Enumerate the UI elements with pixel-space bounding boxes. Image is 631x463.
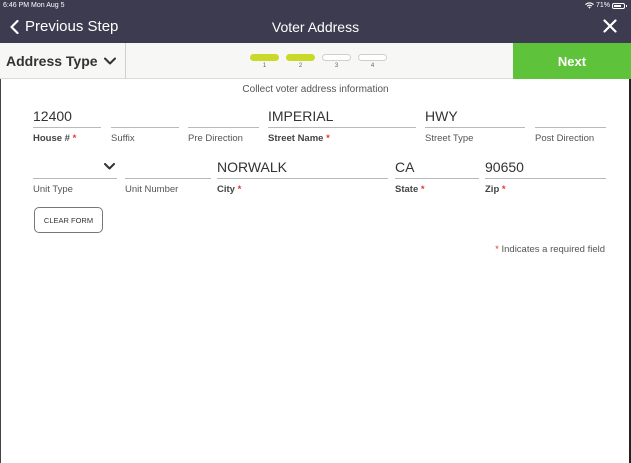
battery-percent: 71% [595,2,610,9]
step-2-bar [286,54,315,61]
step-3: 3 [322,54,351,69]
address-type-label: Address Type [6,53,98,69]
state-label: State * [395,184,479,195]
street-name-label: Street Name * [268,133,416,144]
page-title: Voter Address [271,19,360,35]
left-edge [0,79,1,463]
step-toolbar: Address Type 1 2 3 4 Next [0,43,631,79]
street-name-input[interactable]: IMPERIAL [268,108,416,128]
unit-number-field[interactable]: Unit Number [125,159,211,195]
wifi-icon [585,2,594,9]
state-input[interactable]: CA [395,159,479,179]
street-type-input[interactable]: HWY [425,108,525,128]
nav-bar: Previous Step Voter Address [0,13,631,43]
zip-field[interactable]: 90650 Zip * [485,159,606,195]
clear-form-button[interactable]: CLEAR FORM [34,207,103,233]
pre-direction-input[interactable] [188,108,259,128]
step-progress: 1 2 3 4 [250,54,387,69]
house-number-label-text: House # [33,133,70,144]
house-number-input[interactable]: 12400 [33,108,101,128]
required-note-text: Indicates a required field [501,244,605,255]
status-bar: 6:46 PM Mon Aug 5 71% [0,0,631,13]
step-3-bar [322,54,351,61]
city-field[interactable]: NORWALK City * [217,159,388,195]
form-subtitle: Collect voter address information [242,84,389,95]
step-1-bar [250,54,279,61]
step-3-number: 3 [334,63,339,69]
required-star: * [420,184,425,195]
street-name-label-text: Street Name [268,133,324,144]
step-2-number: 2 [298,63,303,69]
step-4-number: 4 [370,63,375,69]
pre-direction-field[interactable]: Pre Direction [188,108,259,144]
address-type-dropdown[interactable]: Address Type [0,43,126,79]
step-1: 1 [250,54,279,69]
unit-type-select[interactable] [33,159,117,179]
status-right: 71% [585,2,627,9]
post-direction-label: Post Direction [535,133,595,144]
city-input[interactable]: NORWALK [217,159,388,179]
house-number-label: House # * [33,133,101,144]
zip-input[interactable]: 90650 [485,159,606,179]
zip-label: Zip * [485,184,606,195]
next-button[interactable]: Next [513,43,631,79]
required-star: * [326,133,330,144]
unit-type-label: Unit Type [33,184,73,195]
battery-icon [612,2,627,9]
zip-label-text: Zip [485,184,500,195]
required-field-note: * Indicates a required field [495,244,605,255]
street-type-field[interactable]: HWY Street Type [425,108,525,144]
status-date-text: Mon Aug 5 [31,2,65,9]
pre-direction-label: Pre Direction [188,133,243,144]
required-star: * [72,133,77,144]
house-number-field[interactable]: 12400 House # * [33,108,101,144]
street-name-field[interactable]: IMPERIAL Street Name * [268,108,416,144]
suffix-label: Suffix [111,133,135,144]
step-4: 4 [358,54,387,69]
suffix-field[interactable]: Suffix [111,108,179,144]
post-direction-input[interactable] [535,108,606,128]
city-label-text: City [217,184,235,195]
step-4-bar [358,54,387,61]
unit-number-input[interactable] [125,159,211,179]
state-label-text: State [395,184,419,195]
chevron-down-icon [103,57,116,65]
city-label: City * [217,184,388,195]
status-time-text: 6:46 PM [3,2,30,9]
street-type-label: Street Type [425,133,474,144]
post-direction-field[interactable]: Post Direction [535,108,606,144]
unit-type-field[interactable]: Unit Type [33,159,117,195]
suffix-input[interactable] [111,108,179,128]
state-field[interactable]: CA State * [395,159,479,195]
chevron-down-icon [104,163,115,170]
step-1-number: 1 [262,63,267,69]
required-star: * [501,184,506,195]
unit-number-label: Unit Number [125,184,179,195]
close-icon[interactable] [603,19,617,33]
status-time: 6:46 PM Mon Aug 5 [3,2,65,9]
required-star: * [237,184,242,195]
required-star: * [495,244,499,255]
step-2: 2 [286,54,315,69]
